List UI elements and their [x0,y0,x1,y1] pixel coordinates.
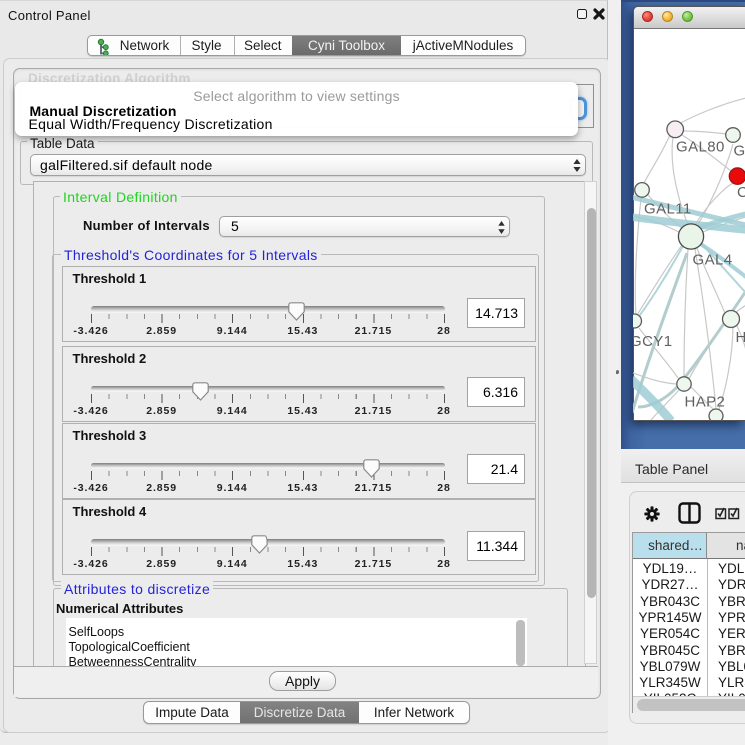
svg-text:GA: GA [734,143,745,160]
svg-text:CY: CY [737,184,745,201]
svg-text:GCY1: GCY1 [633,333,672,350]
svg-text:GAL80: GAL80 [676,139,725,156]
svg-text:HAP2: HAP2 [685,394,726,411]
svg-text:GAL4: GAL4 [693,252,733,269]
svg-text:H: H [736,329,745,346]
svg-text:GAL11: GAL11 [644,201,692,218]
